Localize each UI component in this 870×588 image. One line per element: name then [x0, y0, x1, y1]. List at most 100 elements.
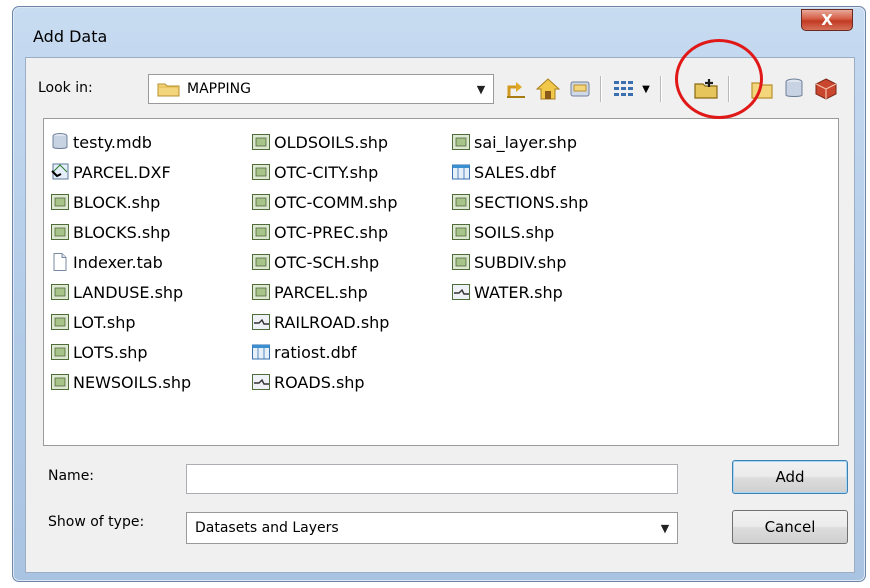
line-layer-icon — [452, 284, 470, 300]
polygon-layer-icon — [452, 254, 470, 270]
file-name: BLOCK.shp — [73, 192, 161, 212]
file-name: testy.mdb — [73, 132, 152, 152]
catalog-button[interactable] — [812, 74, 840, 104]
file-column-2: OLDSOILS.shp OTC-CITY.shp OTC-COMM.shp O… — [251, 127, 397, 397]
chevron-down-icon: ▼ — [642, 83, 650, 95]
list-item[interactable]: OTC-PREC.shp — [251, 217, 397, 247]
folder-icon — [157, 83, 180, 97]
list-item[interactable]: Indexer.tab — [50, 247, 191, 277]
list-item[interactable]: SECTIONS.shp — [451, 187, 588, 217]
polygon-layer-icon — [452, 134, 470, 150]
home-icon — [535, 78, 561, 100]
polygon-layer-icon — [452, 194, 470, 210]
list-item[interactable]: OTC-SCH.shp — [251, 247, 397, 277]
polygon-layer-icon — [51, 374, 69, 390]
toolbar-separator — [600, 76, 601, 102]
connect-folder-button[interactable] — [566, 74, 594, 104]
connect-to-folder-icon — [570, 81, 590, 97]
chevron-down-icon[interactable]: ▼ — [469, 75, 493, 103]
list-item[interactable]: SALES.dbf — [451, 157, 588, 187]
list-item[interactable]: BLOCKS.shp — [50, 217, 191, 247]
list-item[interactable]: RAILROAD.shp — [251, 307, 397, 337]
file-name: ROADS.shp — [274, 372, 365, 392]
file-column-1: testy.mdb PARCEL.DXF BLOCK.shp BLOCKS.sh… — [50, 127, 191, 397]
cancel-button[interactable]: Cancel — [732, 510, 848, 544]
file-name: BLOCKS.shp — [73, 222, 171, 242]
dialog-body: Look in: MAPPING ▼ ▼ testy.mdb PARCEL.DX… — [25, 57, 855, 573]
list-item[interactable]: LOTS.shp — [50, 337, 191, 367]
file-name: ratiost.dbf — [274, 342, 357, 362]
file-name: SECTIONS.shp — [474, 192, 589, 212]
list-item[interactable]: OLDSOILS.shp — [251, 127, 397, 157]
list-item[interactable]: testy.mdb — [50, 127, 191, 157]
polygon-layer-icon — [51, 344, 69, 360]
polygon-layer-icon — [51, 224, 69, 240]
list-item[interactable]: NEWSOILS.shp — [50, 367, 191, 397]
file-name: LOTS.shp — [73, 342, 148, 362]
file-column-3: sai_layer.shp SALES.dbf SECTIONS.shp SOI… — [451, 127, 588, 307]
file-list[interactable]: testy.mdb PARCEL.DXF BLOCK.shp BLOCKS.sh… — [43, 118, 839, 446]
list-item[interactable]: LANDUSE.shp — [50, 277, 191, 307]
polygon-layer-icon — [51, 284, 69, 300]
catalog-icon — [815, 78, 837, 100]
list-item[interactable]: BLOCK.shp — [50, 187, 191, 217]
polygon-layer-icon — [452, 224, 470, 240]
polygon-layer-icon — [252, 194, 270, 210]
close-button[interactable]: X — [801, 9, 853, 31]
file-name: OTC-SCH.shp — [274, 252, 380, 272]
look-in-value: MAPPING — [187, 81, 251, 97]
list-item[interactable]: SUBDIV.shp — [451, 247, 588, 277]
up-one-level-button[interactable] — [502, 74, 530, 104]
polygon-layer-icon — [252, 254, 270, 270]
name-label: Name: — [48, 468, 95, 484]
cad-icon — [51, 163, 69, 180]
file-name: OTC-CITY.shp — [274, 162, 379, 182]
up-one-level-icon — [507, 82, 525, 98]
chevron-down-icon[interactable]: ▼ — [653, 513, 677, 543]
dialog-title: Add Data — [33, 27, 108, 46]
file-name: WATER.shp — [474, 282, 563, 302]
database-icon — [785, 78, 803, 97]
polygon-layer-icon — [51, 194, 69, 210]
view-list-icon — [614, 81, 634, 96]
file-name: NEWSOILS.shp — [73, 372, 192, 392]
file-name: SALES.dbf — [474, 162, 556, 182]
list-item[interactable]: ratiost.dbf — [251, 337, 397, 367]
table-icon — [452, 164, 470, 180]
list-item[interactable]: SOILS.shp — [451, 217, 588, 247]
new-database-button[interactable] — [780, 74, 808, 104]
file-name: RAILROAD.shp — [274, 312, 390, 332]
line-layer-icon — [252, 314, 270, 330]
line-layer-icon — [252, 374, 270, 390]
file-name: PARCEL.shp — [274, 282, 368, 302]
close-icon: X — [821, 11, 833, 29]
view-menu-button[interactable]: ▼ — [608, 74, 654, 104]
add-button[interactable]: Add — [732, 460, 848, 494]
file-name: SOILS.shp — [474, 222, 555, 242]
look-in-dropdown[interactable]: MAPPING ▼ — [148, 74, 494, 104]
file-name: LOT.shp — [73, 312, 136, 332]
toolbar-separator — [660, 76, 661, 102]
list-item[interactable]: OTC-COMM.shp — [251, 187, 397, 217]
file-name: PARCEL.DXF — [73, 162, 171, 182]
list-item[interactable]: PARCEL.DXF — [50, 157, 191, 187]
list-item[interactable]: ROADS.shp — [251, 367, 397, 397]
polygon-layer-icon — [252, 134, 270, 150]
file-name: OLDSOILS.shp — [274, 132, 389, 152]
polygon-layer-icon — [252, 224, 270, 240]
polygon-layer-icon — [252, 284, 270, 300]
list-item[interactable]: LOT.shp — [50, 307, 191, 337]
home-button[interactable] — [534, 74, 562, 104]
highlight-circle — [675, 39, 763, 119]
file-name: OTC-COMM.shp — [274, 192, 398, 212]
name-input[interactable] — [186, 464, 678, 494]
list-item[interactable]: sai_layer.shp — [451, 127, 588, 157]
file-name: Indexer.tab — [73, 252, 163, 272]
database-icon — [52, 133, 68, 149]
list-item[interactable]: OTC-CITY.shp — [251, 157, 397, 187]
file-name: SUBDIV.shp — [474, 252, 567, 272]
list-item[interactable]: PARCEL.shp — [251, 277, 397, 307]
type-dropdown[interactable]: Datasets and Layers ▼ — [186, 512, 678, 544]
list-item[interactable]: WATER.shp — [451, 277, 588, 307]
look-in-label: Look in: — [38, 80, 93, 96]
